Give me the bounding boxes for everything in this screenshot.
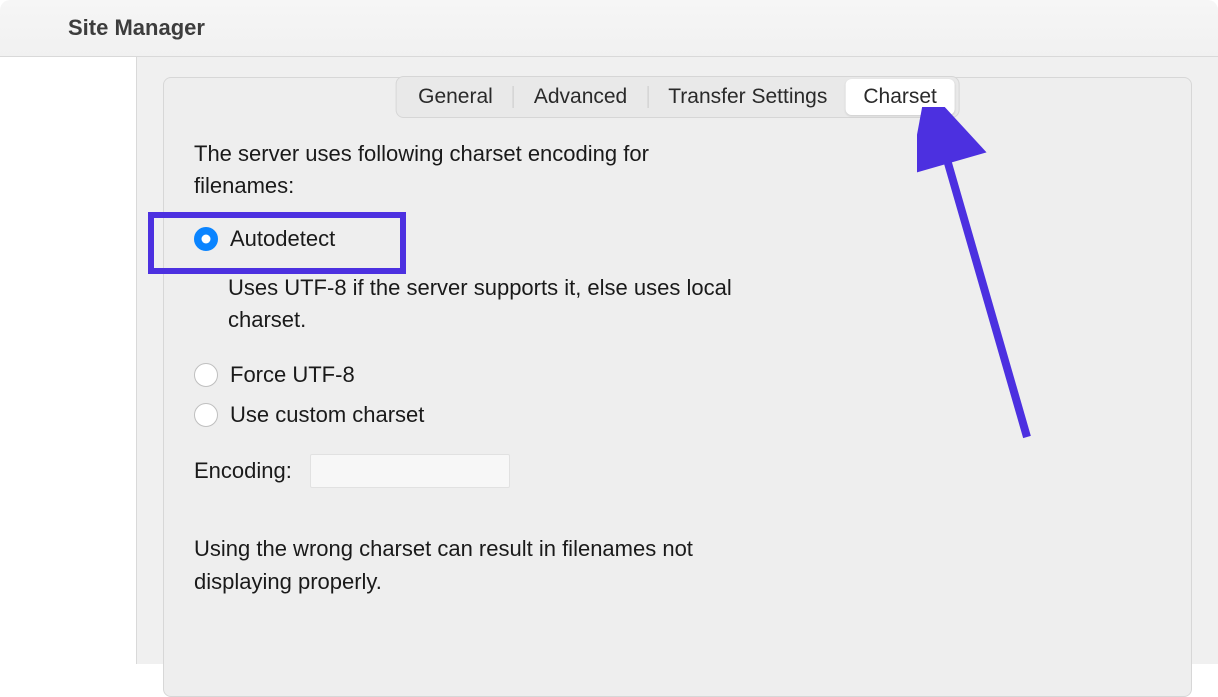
- tab-transfer-settings[interactable]: Transfer Settings: [650, 79, 845, 115]
- radio-row-force-utf8[interactable]: Force UTF-8: [194, 362, 1161, 388]
- radio-label-custom-charset: Use custom charset: [230, 402, 424, 428]
- radio-label-force-utf8: Force UTF-8: [230, 362, 355, 388]
- workspace: General Advanced Transfer Settings Chars…: [0, 57, 1218, 664]
- encoding-label: Encoding:: [194, 458, 292, 484]
- charset-warning-text: Using the wrong charset can result in fi…: [194, 532, 754, 598]
- autodetect-description: Uses UTF-8 if the server supports it, el…: [228, 272, 788, 336]
- charset-intro-text: The server uses following charset encodi…: [194, 138, 754, 202]
- radio-label-autodetect: Autodetect: [230, 226, 335, 252]
- settings-panel: General Advanced Transfer Settings Chars…: [163, 77, 1192, 697]
- tab-separator: [513, 86, 514, 108]
- tab-separator: [647, 86, 648, 108]
- radio-row-custom-charset[interactable]: Use custom charset: [194, 402, 1161, 428]
- radio-row-autodetect[interactable]: Autodetect: [194, 220, 1161, 258]
- sidebar: [0, 57, 137, 664]
- window-titlebar: Site Manager: [0, 0, 1218, 57]
- radio-custom-charset[interactable]: [194, 403, 218, 427]
- tab-bar: General Advanced Transfer Settings Chars…: [395, 76, 960, 118]
- window-title: Site Manager: [68, 15, 205, 41]
- radio-force-utf8[interactable]: [194, 363, 218, 387]
- tab-charset[interactable]: Charset: [845, 79, 955, 115]
- encoding-input[interactable]: [310, 454, 510, 488]
- encoding-row: Encoding:: [194, 454, 1161, 488]
- radio-autodetect[interactable]: [194, 227, 218, 251]
- tab-general[interactable]: General: [400, 79, 511, 115]
- tab-advanced[interactable]: Advanced: [516, 79, 645, 115]
- main-area: General Advanced Transfer Settings Chars…: [137, 57, 1218, 664]
